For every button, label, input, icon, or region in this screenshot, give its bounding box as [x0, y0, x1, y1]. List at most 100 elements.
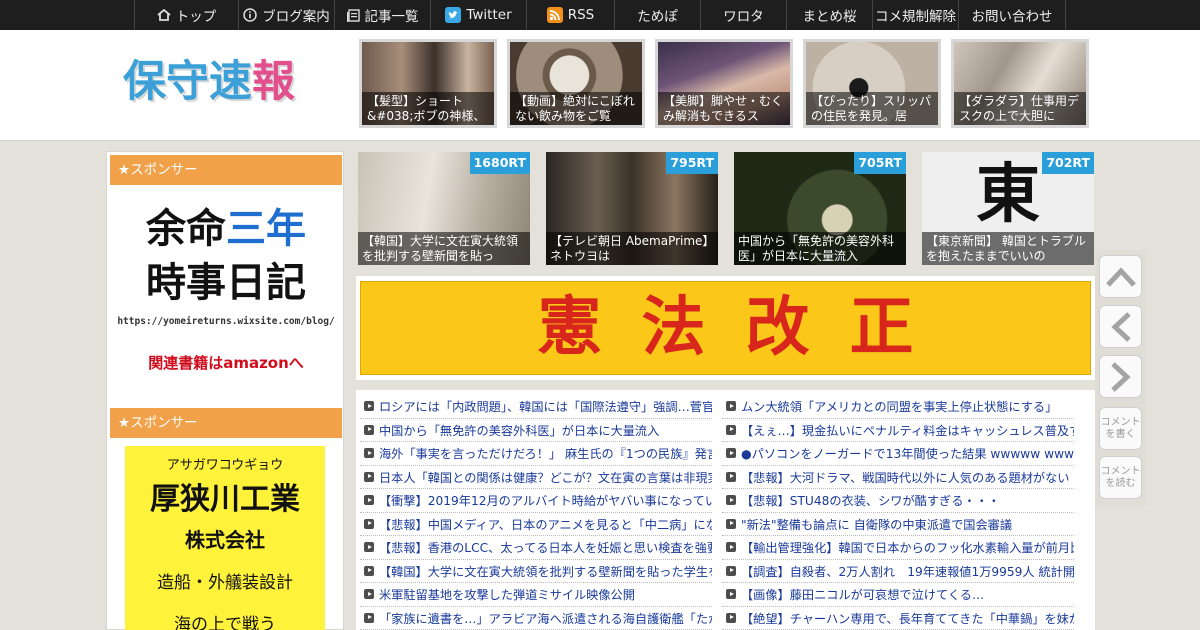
nav-item-5[interactable]: RSS — [526, 0, 614, 30]
article-title: 「家族に遺書を…」アラビア海へ派遣される海自護衛艦「たか — [379, 611, 712, 626]
header-thumb-3[interactable]: 【美脚】脚やせ・むくみ解消もできるス — [655, 39, 793, 128]
next-button[interactable] — [1099, 355, 1142, 398]
logo-character: 保 — [123, 57, 166, 107]
nav-item-label: まとめ桜 — [802, 9, 857, 25]
article-list-item[interactable]: 【調査】自殺者、2万人割れ 19年速報値1万9959人 統計開始以 — [722, 560, 1074, 583]
nav-item-label: ワロタ — [723, 9, 764, 25]
comment-write-button[interactable]: コメントを書く — [1099, 407, 1142, 450]
header-thumb-caption: 【ダラダラ】仕事用デスクの上で大胆に — [954, 92, 1086, 125]
article-list-item[interactable]: ●パソコンをノーガードで13年間使った結果 wwwww wwwww — [722, 442, 1074, 466]
sponsor-ad-yomei[interactable]: 余命三年 時事日記 https://yomeireturns.wixsite.c… — [110, 192, 342, 382]
article-list-item[interactable]: 【絶望】チャーハン専用で、長年育ててきた「中華鍋」を妹が — [722, 607, 1074, 630]
article-list-item[interactable]: ロシアには「内政問題」、韓国には「国際法遵守」強調…菅官 — [360, 395, 712, 419]
article-list-item[interactable]: "新法"整備も論点に 自衛隊の中東派遣で国会審議 — [722, 513, 1074, 536]
top-nav: トップ ブログ案内 記事一覧 Twitter RSS ためぽ ワロタ まとめ桜 コメ規制解除 お問… — [0, 0, 1200, 30]
ad-title-part-blue: 三年 — [226, 206, 306, 252]
constitution-banner[interactable]: 憲法改正 — [360, 281, 1091, 375]
article-list-left: ロシアには「内政問題」、韓国には「国際法遵守」強調…菅官中国から「無免許の美容外… — [360, 395, 712, 630]
prev-button[interactable] — [1099, 305, 1142, 348]
article-title: ロシアには「内政問題」、韓国には「国際法遵守」強調…菅官 — [379, 400, 712, 415]
rt-item-1[interactable]: 1680RT 【韓国】大学に文在寅大統領を批判する壁新聞を貼っ — [358, 152, 530, 265]
nav-item-label: RSS — [567, 7, 595, 23]
rt-count-badge: 702RT — [1042, 152, 1094, 174]
ad-title-line2: 時事日記 — [146, 260, 306, 306]
home-icon — [157, 9, 171, 21]
bullet-arrow-icon — [364, 424, 374, 435]
article-list-item[interactable]: 日本人「韓国との関係は健康？どこが？文在寅の言葉は非現実 — [360, 466, 712, 489]
ad-title-line1: 余命三年 — [110, 204, 342, 254]
bullet-arrow-icon — [726, 565, 736, 576]
article-list-item[interactable]: 中国から「無免許の美容外科医」が日本に大量流入 — [360, 419, 712, 442]
article-list-panel: ロシアには「内政問題」、韓国には「国際法遵守」強調…菅官中国から「無免許の美容外… — [356, 390, 1095, 630]
nav-item-8[interactable]: まとめ桜 — [786, 0, 872, 30]
article-title: 【輸出管理強化】韓国で日本からのフッ化水素輸入量が前月比 — [741, 541, 1074, 556]
article-list-item[interactable]: 海外「事実を言っただけだろ！」 麻生氏の『1つの民族』発言 — [360, 442, 712, 466]
article-list-item[interactable]: 【悲報】香港のLCC、太ってる日本人を妊娠と思い検査を強要 — [360, 536, 712, 560]
article-list-item[interactable]: 【えぇ…】現金払いにペナルティ料金はキャッシュレス普及す — [722, 419, 1074, 442]
header-thumb-4[interactable]: 【ぴったり】スリッパの住民を発見。居 — [803, 39, 941, 128]
article-list-item[interactable]: 【輸出管理強化】韓国で日本からのフッ化水素輸入量が前月比 — [722, 536, 1074, 560]
rt-count-badge: 705RT — [854, 152, 906, 174]
article-list-item[interactable]: 「家族に遺書を…」アラビア海へ派遣される海自護衛艦「たか — [360, 607, 712, 630]
article-list-item[interactable]: 【悲報】中国メディア、日本のアニメを見ると「中二病」にな — [360, 513, 712, 536]
rt-caption: 【韓国】大学に文在寅大統領を批判する壁新聞を貼っ — [358, 232, 530, 265]
article-list-item[interactable]: 【悲報】STU48の衣装、シワが酷すぎる・・・ — [722, 489, 1074, 513]
article-list-item[interactable]: 【悲報】大河ドラマ、戦国時代以外に人気のある題材がない — [722, 466, 1074, 489]
info-icon — [243, 8, 257, 22]
nav-item-7[interactable]: ワロタ — [700, 0, 786, 30]
nav-item-10[interactable]: お問い合わせ — [958, 0, 1066, 30]
nav-item-label: ブログ案内 — [262, 9, 330, 25]
article-list-item[interactable]: 【衝撃】2019年12月のアルバイト時給がヤバい事になっていた — [360, 489, 712, 513]
header-thumb-1[interactable]: 【髪型】ショート&#038;ボブの神様、 — [359, 39, 497, 128]
article-list-item[interactable]: 【韓国】大学に文在寅大統領を批判する壁新聞を貼った学生を — [360, 560, 712, 583]
article-list-right: ムン大統領「アメリカとの同盟を事実上停止状態にする」 【えぇ…】現金払いにペナルテ… — [722, 395, 1074, 630]
sponsor-ad-asagawa[interactable]: アサガワコウギョウ 厚狭川工業 株式会社 造船・外艤装設計 海の上で戦う — [125, 446, 325, 630]
rt-item-4[interactable]: 東 702RT 【東京新聞】 韓国とトラブルを抱えたままでいいの — [922, 152, 1094, 265]
article-title: 【悲報】中国メディア、日本のアニメを見ると「中二病」にな — [379, 517, 712, 532]
article-list-item[interactable]: 【画像】藤田ニコルが可哀想で泣けてくる… — [722, 583, 1074, 607]
article-title: 【悲報】大河ドラマ、戦国時代以外に人気のある題材がない — [741, 470, 1070, 485]
nav-item-label: お問い合わせ — [971, 9, 1053, 25]
rt-caption: 【テレビ朝日 AbemaPrime】ネトウヨは — [546, 232, 718, 265]
bullet-arrow-icon — [726, 518, 736, 529]
nav-item-2[interactable]: ブログ案内 — [238, 0, 334, 30]
logo-character: 守 — [166, 57, 209, 107]
article-list-item[interactable]: ムン大統領「アメリカとの同盟を事実上停止状態にする」 — [722, 395, 1074, 419]
rt-count-badge: 1680RT — [469, 152, 530, 174]
bullet-arrow-icon — [726, 424, 736, 435]
banner-container: 憲法改正 — [356, 276, 1095, 380]
header-thumb-caption: 【動画】絶対にこぼれない飲み物をご覧 — [510, 92, 642, 125]
ad2-corp: 株式会社 — [185, 528, 265, 552]
ad2-company-name: 厚狭川工業 — [150, 482, 300, 517]
nav-item-6[interactable]: ためぽ — [614, 0, 700, 30]
nav-item-9[interactable]: コメ規制解除 — [872, 0, 958, 30]
header-thumb-5[interactable]: 【ダラダラ】仕事用デスクの上で大胆に — [951, 39, 1089, 128]
article-list-item[interactable]: 米軍駐留基地を攻撃した弾道ミサイル映像公開 — [360, 583, 712, 607]
ad2-kana: アサガワコウギョウ — [166, 458, 284, 473]
scroll-top-button[interactable] — [1099, 255, 1142, 298]
article-title: 日本人「韓国との関係は健康？どこが？文在寅の言葉は非現実 — [379, 470, 712, 485]
header-thumb-caption: 【ぴったり】スリッパの住民を発見。居 — [806, 92, 938, 125]
ad2-business: 造船・外艤装設計 — [157, 573, 293, 593]
site-logo[interactable]: 保守速報 — [123, 52, 323, 112]
bullet-arrow-icon — [726, 448, 736, 459]
bullet-arrow-icon — [364, 448, 374, 459]
article-title: 【調査】自殺者、2万人割れ 19年速報値1万9959人 統計開始以 — [741, 564, 1074, 579]
nav-item-1[interactable]: トップ — [134, 0, 238, 30]
header-thumb-2[interactable]: 【動画】絶対にこぼれない飲み物をご覧 — [507, 39, 645, 128]
nav-item-4[interactable]: Twitter — [430, 0, 526, 30]
article-title: 【韓国】大学に文在寅大統領を批判する壁新聞を貼った学生を — [379, 564, 712, 579]
comment-read-button[interactable]: コメントを読む — [1099, 456, 1142, 499]
chevron-up-icon — [1105, 266, 1136, 287]
ad-title-part: 余命 — [146, 206, 226, 252]
bullet-arrow-icon — [364, 589, 374, 600]
article-title: 【衝撃】2019年12月のアルバイト時給がヤバい事になっていた — [379, 494, 712, 509]
nav-item-3[interactable]: 記事一覧 — [334, 0, 430, 30]
sponsor-heading: ★スポンサー — [110, 155, 342, 185]
ad-amazon-link[interactable]: 関連書籍はamazonへ — [110, 352, 342, 373]
article-title: 【絶望】チャーハン専用で、長年育ててきた「中華鍋」を妹が — [741, 611, 1074, 626]
rt-item-2[interactable]: 795RT 【テレビ朝日 AbemaPrime】ネトウヨは — [546, 152, 718, 265]
rt-item-3[interactable]: 705RT 中国から「無免許の美容外科医」が日本に大量流入 — [734, 152, 906, 265]
article-title: ●パソコンをノーガードで13年間使った結果 wwwww wwwww — [741, 447, 1074, 462]
bullet-arrow-icon — [364, 471, 374, 482]
